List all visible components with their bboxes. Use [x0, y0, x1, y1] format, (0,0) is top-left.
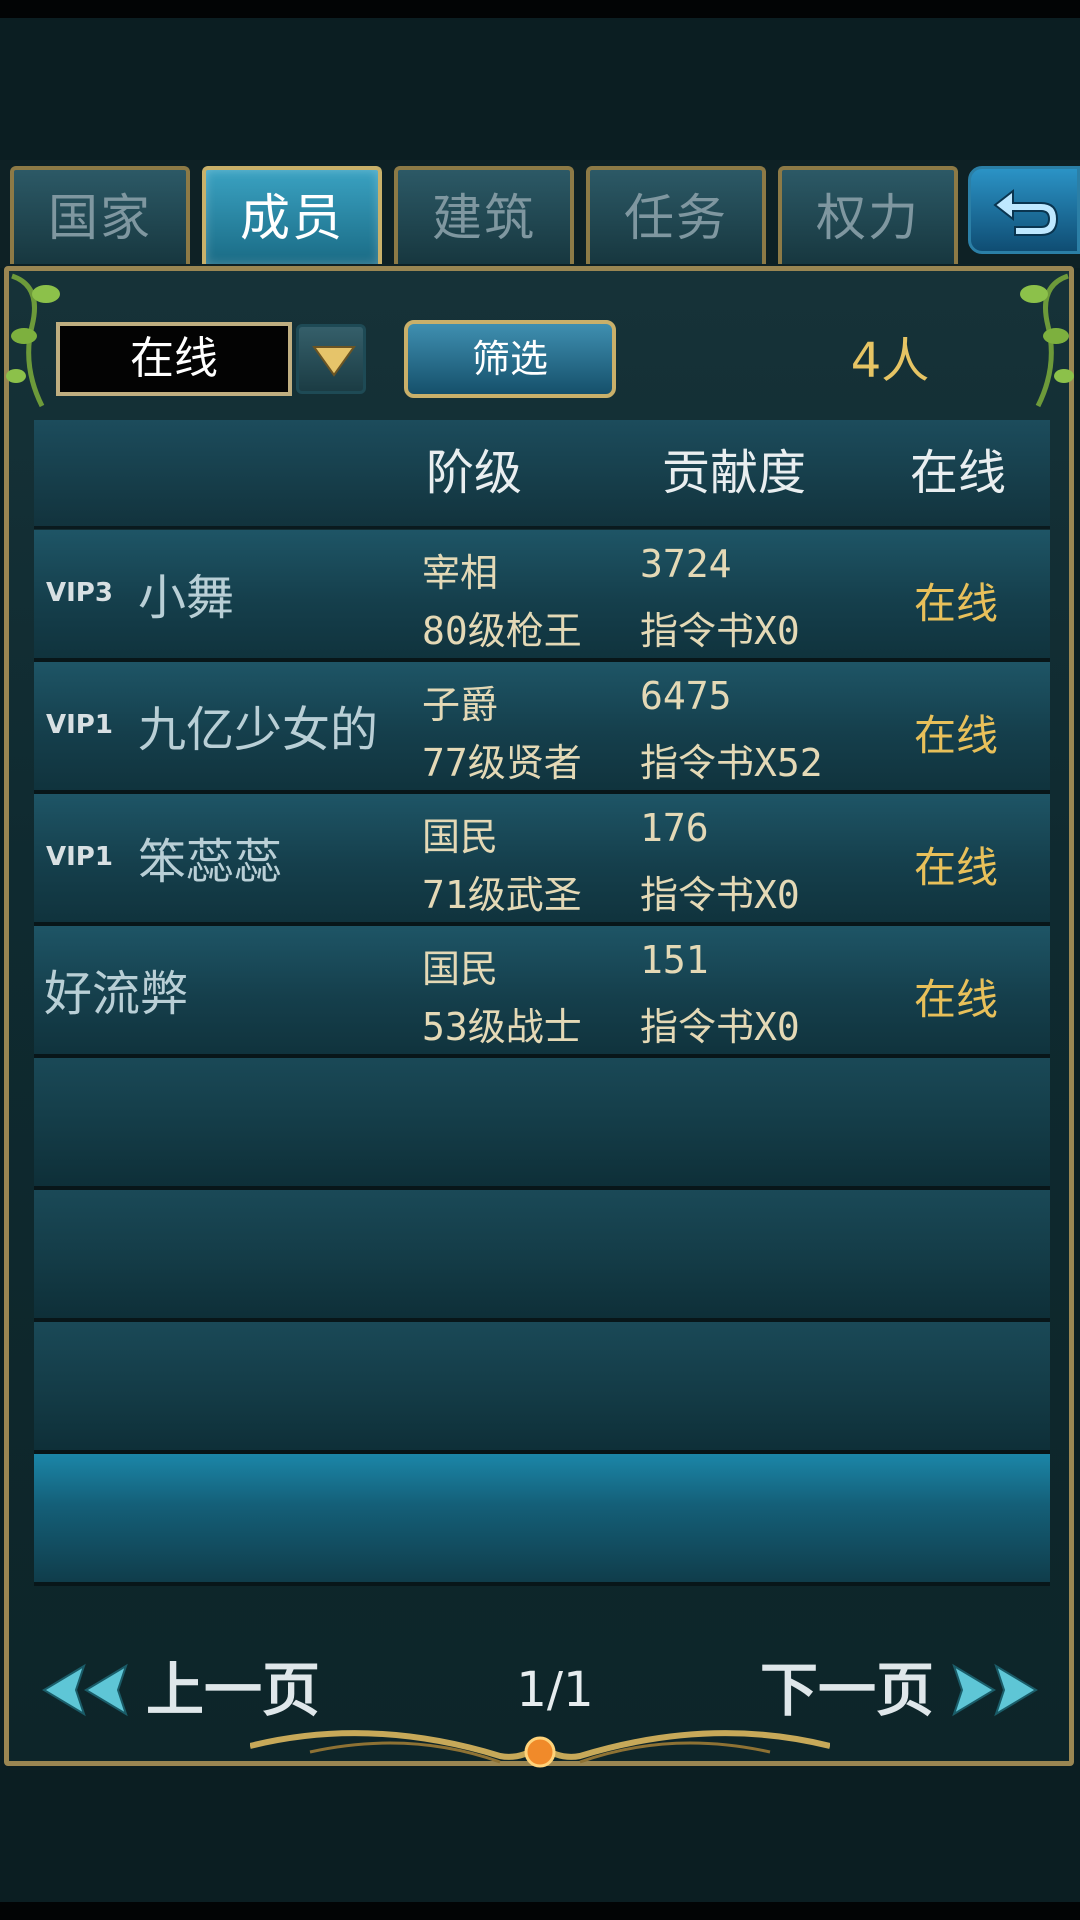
table-row[interactable]: VIP3 小舞 宰相 80级枪王 3724 指令书X0 在线 [34, 530, 1050, 662]
vip-badge: VIP3 [46, 578, 113, 608]
empty-row [34, 1454, 1050, 1586]
table-row[interactable]: VIP1 笨蕊蕊 国民 71级武圣 176 指令书X0 在线 [34, 794, 1050, 926]
player-contribution: 151 [640, 938, 709, 982]
player-name: 小舞 [138, 570, 235, 626]
header-online: 在线 [910, 445, 1007, 501]
header-contribution: 贡献度 [662, 445, 807, 501]
online-status: 在线 [914, 975, 999, 1024]
return-arrow-icon [993, 188, 1059, 236]
player-items: 指令书X52 [640, 741, 823, 785]
empty-row [34, 1058, 1050, 1190]
player-items: 指令书X0 [640, 873, 800, 917]
player-name: 好流弊 [44, 966, 189, 1022]
tab-bar: 国家 成员 建筑 任务 权力 [0, 160, 1080, 268]
player-contribution: 176 [640, 806, 709, 850]
double-chevron-left-icon[interactable] [36, 1660, 132, 1720]
player-rank: 国民 [422, 947, 499, 991]
status-dropdown[interactable]: 在线 [56, 322, 292, 396]
tab-buildings[interactable]: 建筑 [394, 166, 574, 264]
vip-badge: VIP1 [46, 842, 113, 872]
gold-ornament-icon [250, 1730, 830, 1768]
player-contribution: 3724 [640, 542, 732, 586]
online-status: 在线 [914, 711, 999, 760]
player-class: 77级贤者 [422, 741, 582, 785]
vip-badge: VIP1 [46, 710, 113, 740]
player-class: 80级枪王 [422, 609, 582, 653]
table-header: 阶级 贡献度 在线 [34, 420, 1050, 529]
filter-button[interactable]: 筛选 [404, 320, 616, 398]
player-class: 53级战士 [422, 1005, 582, 1049]
tab-power[interactable]: 权力 [778, 166, 958, 264]
player-contribution: 6475 [640, 674, 732, 718]
table-row[interactable]: 好流弊 国民 53级战士 151 指令书X0 在线 [34, 926, 1050, 1058]
dropdown-toggle[interactable] [296, 324, 366, 394]
header-rank: 阶级 [426, 445, 523, 501]
online-status: 在线 [914, 843, 999, 892]
player-items: 指令书X0 [640, 1005, 800, 1049]
tab-tasks[interactable]: 任务 [586, 166, 766, 264]
bottom-bar [0, 1902, 1080, 1920]
member-count: 4人 [850, 333, 930, 389]
player-class: 71级武圣 [422, 873, 582, 917]
empty-row [34, 1322, 1050, 1454]
player-name: 九亿少女的 [138, 702, 379, 758]
tab-members[interactable]: 成员 [202, 166, 382, 264]
player-rank: 子爵 [422, 683, 499, 727]
online-status: 在线 [914, 579, 999, 628]
top-status-bar [0, 0, 1080, 18]
player-items: 指令书X0 [640, 609, 800, 653]
tab-country[interactable]: 国家 [10, 166, 190, 264]
chevron-down-icon [312, 346, 356, 377]
table-row[interactable]: VIP1 九亿少女的 子爵 77级贤者 6475 指令书X52 在线 [34, 662, 1050, 794]
empty-row [34, 1190, 1050, 1322]
vine-ornament-icon [1020, 273, 1074, 408]
double-chevron-right-icon[interactable] [948, 1660, 1044, 1720]
player-rank: 国民 [422, 815, 499, 859]
back-button[interactable] [968, 166, 1080, 254]
player-rank: 宰相 [422, 551, 499, 595]
player-name: 笨蕊蕊 [138, 834, 283, 890]
